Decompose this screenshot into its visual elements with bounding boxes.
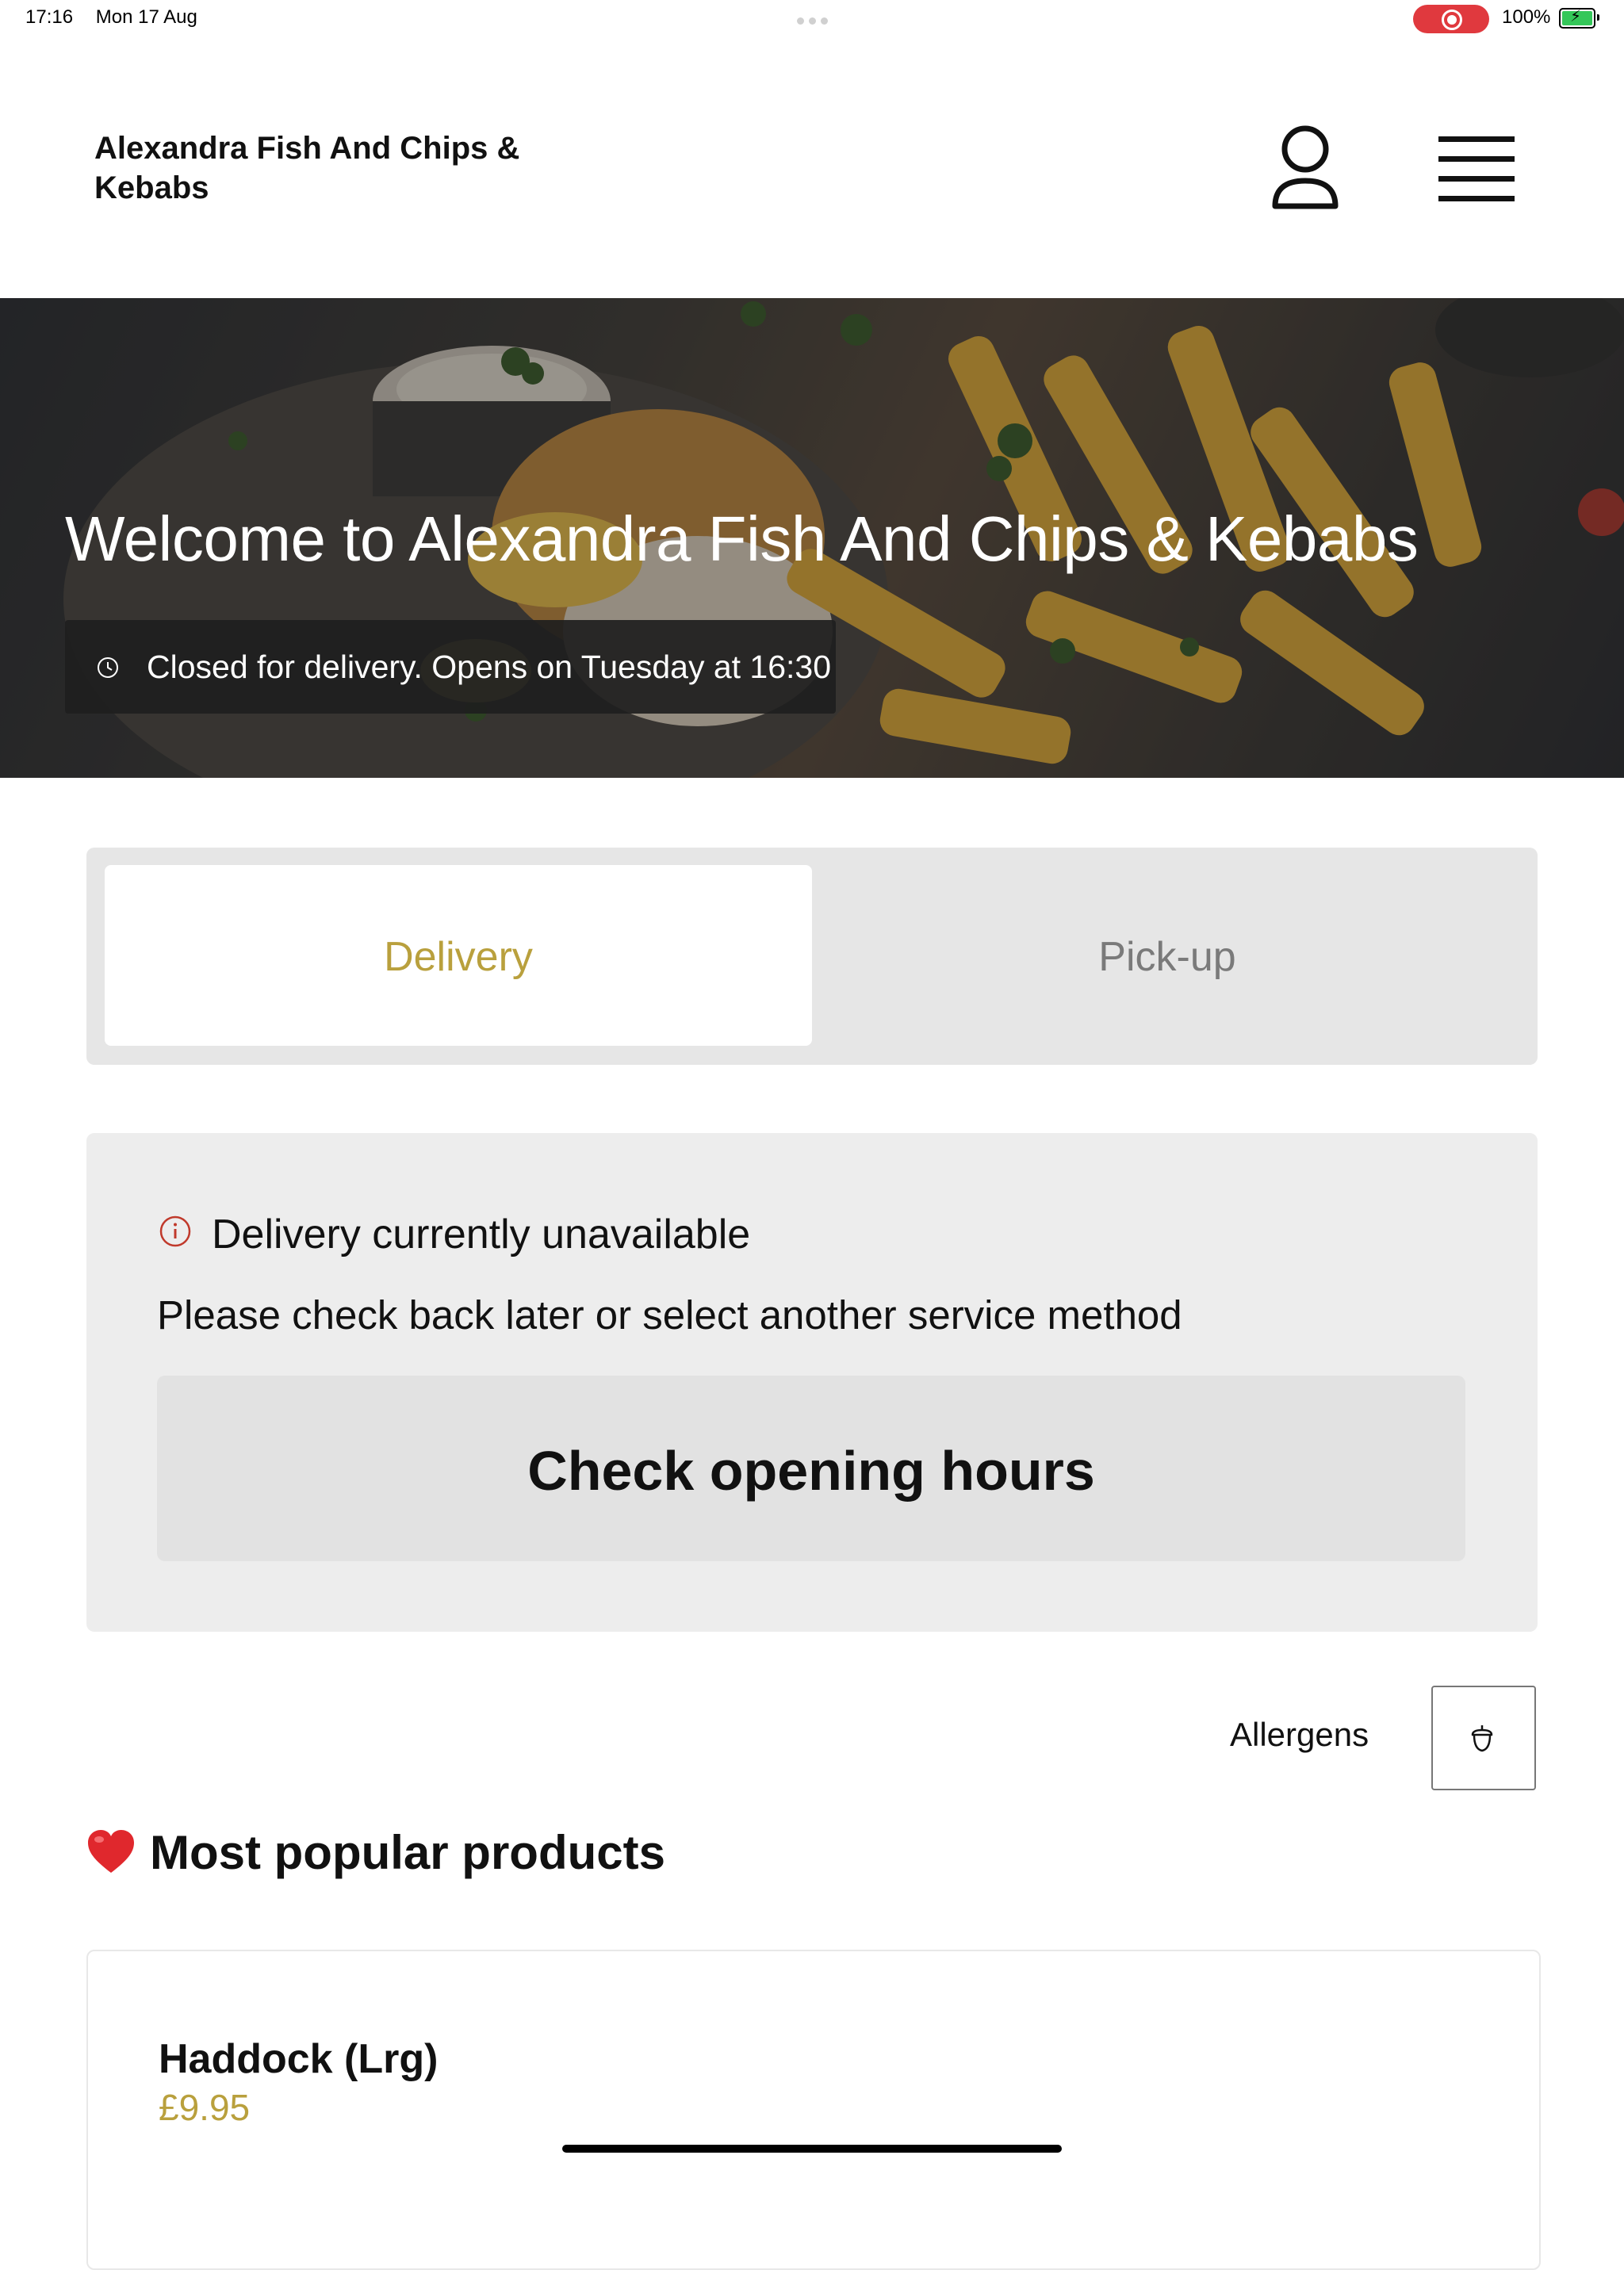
tab-delivery-label: Delivery — [384, 934, 533, 980]
charging-bolt-icon: ⚡ — [1570, 8, 1582, 25]
check-opening-hours-label: Check opening hours — [527, 1440, 1095, 1502]
battery-percent: 100% — [1502, 6, 1551, 28]
check-opening-hours-button[interactable]: Check opening hours — [157, 1376, 1465, 1561]
hero-title: Welcome to Alexandra Fish And Chips & Ke… — [65, 503, 1419, 574]
allergens-button[interactable] — [1431, 1686, 1536, 1790]
opening-status-banner: Closed for delivery. Opens on Tuesday at… — [65, 620, 836, 714]
status-date: Mon 17 Aug — [95, 6, 197, 28]
product-price: £9.95 — [159, 2087, 251, 2128]
menu-button[interactable] — [1435, 135, 1515, 206]
service-method-toggle: Delivery Pick-up — [86, 848, 1538, 1065]
popular-heading-text: Most popular products — [150, 1826, 665, 1879]
delivery-unavailable-notice: Delivery currently unavailable Please ch… — [86, 1133, 1538, 1632]
status-bar-left: 17:16 Mon 17 Aug — [25, 6, 215, 29]
notice-subtitle: Please check back later or select anothe… — [157, 1292, 1182, 1338]
notice-title: Delivery currently unavailable — [212, 1212, 751, 1257]
info-icon — [159, 1215, 191, 1247]
brand-name[interactable]: Alexandra Fish And Chips & Kebabs — [94, 128, 586, 208]
account-button[interactable] — [1266, 119, 1345, 214]
site-header: Alexandra Fish And Chips & Kebabs — [0, 40, 1624, 298]
clock-icon — [98, 657, 118, 678]
multitasking-dots[interactable] — [795, 14, 830, 29]
tab-pickup[interactable]: Pick-up — [814, 865, 1520, 1046]
status-time: 17:16 — [25, 6, 74, 28]
screen-recording-indicator[interactable] — [1413, 5, 1489, 33]
user-icon — [1272, 125, 1339, 209]
acorn-icon — [1471, 1725, 1493, 1752]
allergens-label[interactable]: Allergens — [1230, 1716, 1369, 1754]
tab-delivery[interactable]: Delivery — [105, 865, 812, 1046]
battery-icon: ⚡ — [1559, 8, 1599, 29]
home-indicator[interactable] — [562, 2145, 1062, 2153]
tab-pickup-label: Pick-up — [1098, 934, 1236, 980]
product-name: Haddock (Lrg) — [159, 2036, 439, 2082]
product-card[interactable]: Haddock (Lrg) £9.95 — [86, 1950, 1541, 2270]
opening-status-text: Closed for delivery. Opens on Tuesday at… — [147, 649, 832, 685]
status-bar: 17:16 Mon 17 Aug 100% ⚡ — [0, 0, 1624, 40]
heart-icon — [88, 1830, 134, 1873]
hero-banner: Welcome to Alexandra Fish And Chips & Ke… — [0, 298, 1624, 778]
